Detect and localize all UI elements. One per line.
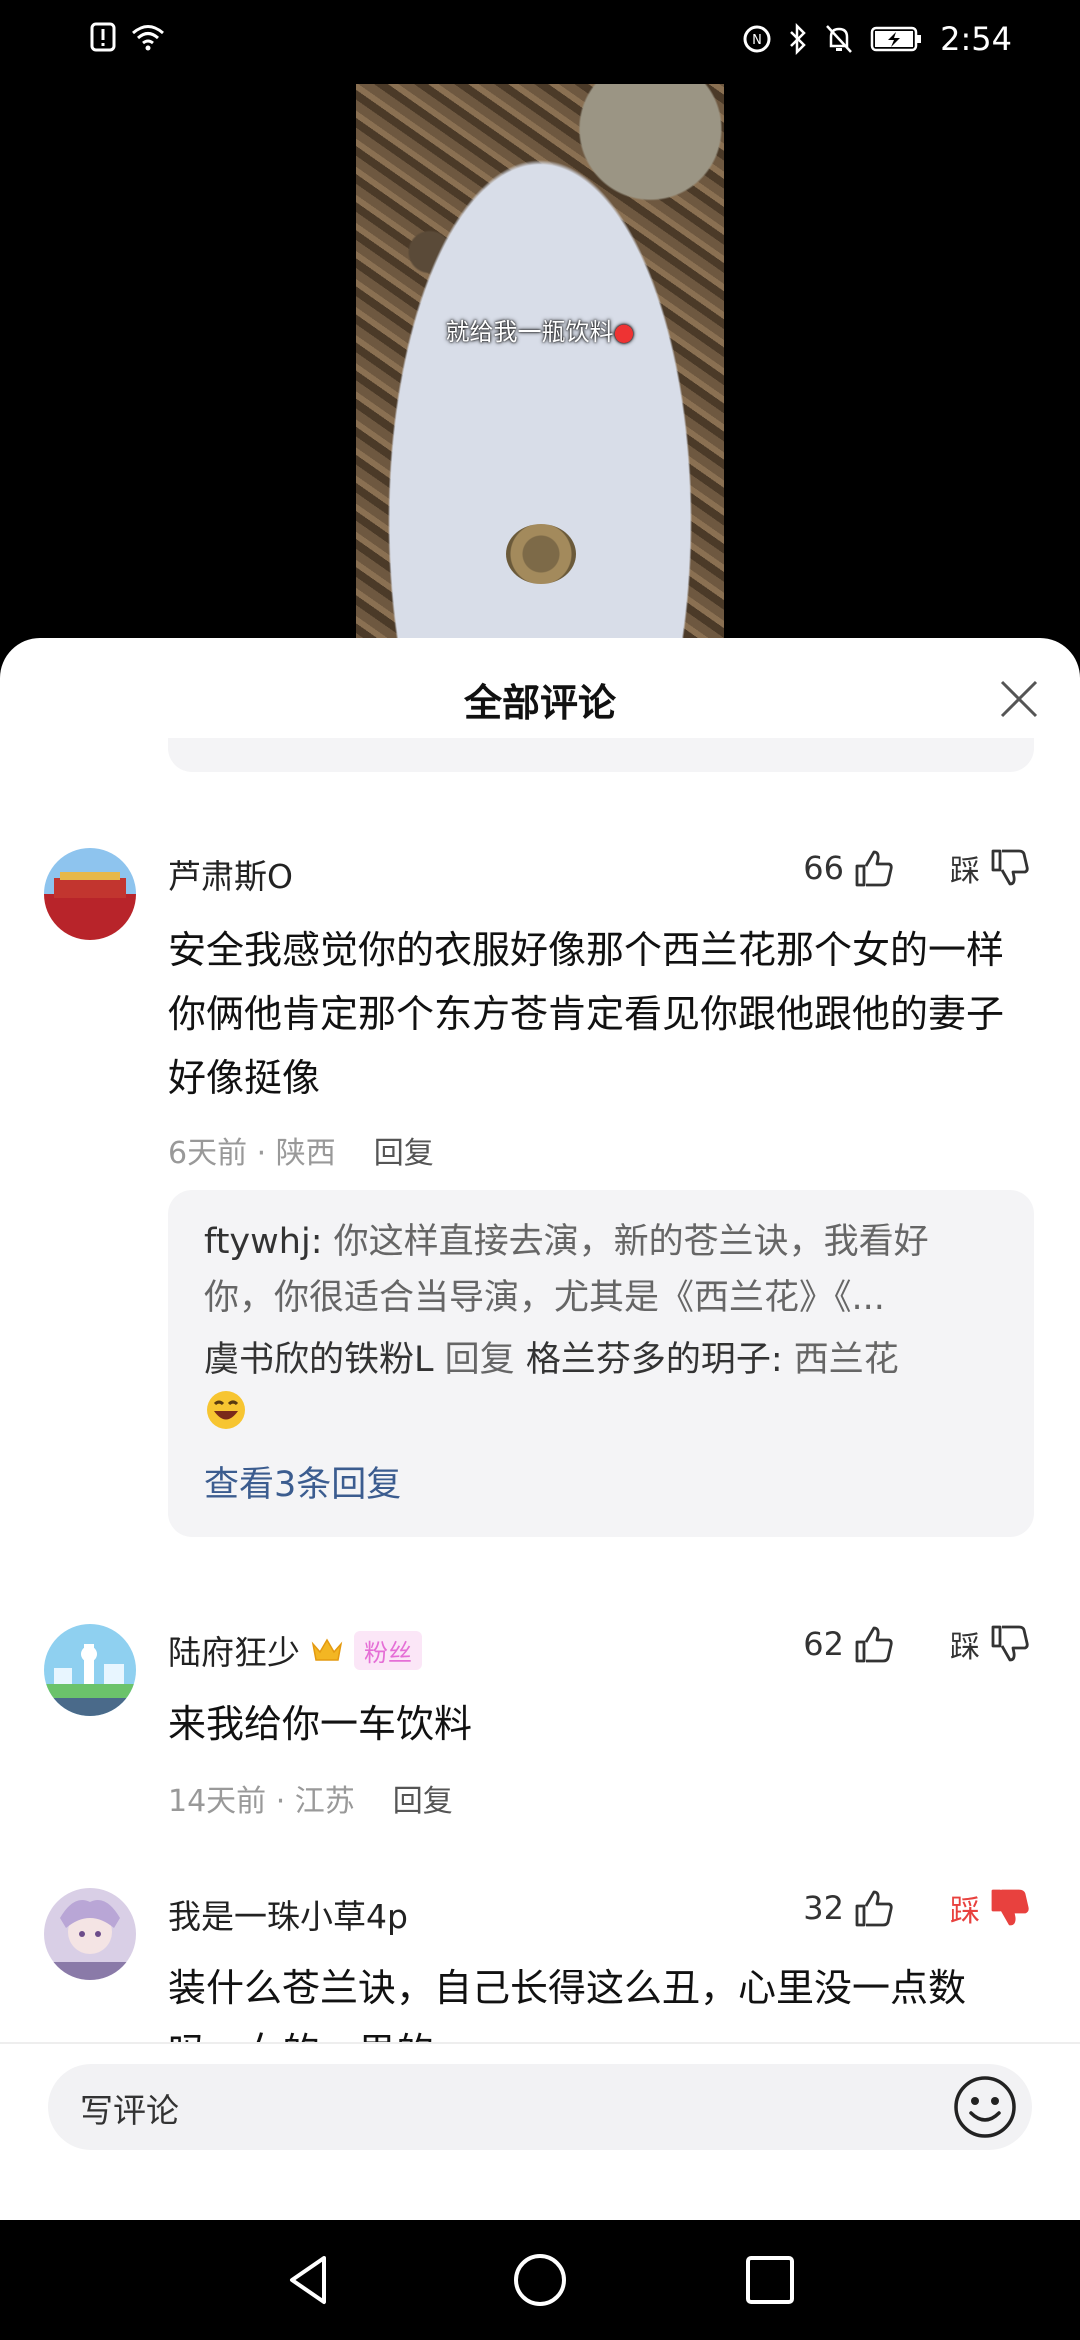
thumbs-down-filled-icon [991,1889,1029,1926]
battery-charging-icon [870,26,922,52]
system-nav-bar [0,2220,1080,2340]
recents-icon[interactable] [740,2250,800,2310]
sheet-title: 全部评论 [463,681,616,725]
home-icon[interactable] [510,2250,570,2310]
dislike-button[interactable]: 踩 [950,846,1032,890]
comment-location: 江苏 [294,1784,355,1819]
crown-icon [311,1638,343,1661]
back-icon[interactable] [280,2250,340,2310]
video-player[interactable]: 就给我一瓶饮料● [0,84,1080,644]
previous-reply-card [168,738,1034,772]
comment-location: 陕西 [275,1136,336,1171]
comment-username[interactable]: 芦肃斯O [168,850,293,898]
laughing-emoji-icon [207,1391,245,1429]
video-frame[interactable]: 就给我一瓶饮料● [356,84,724,644]
like-button[interactable]: 62 [803,1622,896,1666]
comment-meta: 6天前 · 陕西 回复 [168,1128,434,1172]
reply-button[interactable]: 回复 [374,1128,434,1172]
avatar[interactable] [44,1624,136,1716]
comment-username[interactable]: 陆府狂少 粉丝 [168,1626,422,1674]
status-time: 2:54 [940,20,1012,58]
reply-item[interactable]: 虞书欣的铁粉L 回复 格兰芬多的玥子: 西兰花 [204,1332,998,1449]
comment-input-placeholder: 写评论 [80,2091,179,2130]
nfc-icon: N [743,25,771,53]
comment-time: 14天前 [168,1784,267,1819]
mute-bell-icon [826,25,853,53]
comment-time: 6天前 [168,1136,248,1171]
emoji-icon[interactable] [952,2074,1018,2140]
thumbs-up-icon [855,1890,893,1927]
reply-username[interactable]: ftywhj [204,1222,311,1262]
video-subject [506,524,576,584]
avatar[interactable] [44,1888,136,1980]
thumbs-up-icon [855,1626,893,1663]
reply-item[interactable]: ftywhj: 你这样直接去演，新的苍兰诀，我看好你，你很适合当导演，尤其是《西… [204,1214,998,1326]
comment-sheet: 全部评论 芦肃斯O 66 踩 安全我感觉你的衣服好像那个西兰花那个女的一样你俩他… [0,638,1080,2220]
dislike-label: 踩 [950,1630,980,1665]
reply-target[interactable]: 格兰芬多的玥子 [526,1340,771,1380]
dislike-label: 踩 [950,1894,980,1929]
thumbs-down-icon [991,849,1029,886]
replies-box: ftywhj: 你这样直接去演，新的苍兰诀，我看好你，你很适合当导演，尤其是《西… [168,1190,1034,1537]
comment-input[interactable]: 写评论 [48,2064,1032,2150]
wifi-icon [132,25,164,51]
comment-text: 安全我感觉你的衣服好像那个西兰花那个女的一样你俩他肯定那个东方苍肯定看见你跟他跟… [168,928,1005,1100]
dislike-button[interactable]: 踩 [950,1622,1032,1666]
reply-text: 西兰花 [793,1340,899,1380]
like-count: 62 [803,1625,844,1663]
reply-word: 回复 [444,1340,515,1380]
reply-button[interactable]: 回复 [393,1776,453,1820]
thumbs-up-icon [855,850,893,887]
reply-username[interactable]: 虞书欣的铁粉L [204,1340,434,1380]
comment-text: 来我给你一车饮料 [168,1702,473,1746]
avatar[interactable] [44,848,136,940]
like-button[interactable]: 32 [803,1886,896,1930]
like-button[interactable]: 66 [803,846,896,890]
view-more-replies[interactable]: 查看3条回复 [204,1457,998,1513]
like-count: 32 [803,1889,844,1927]
close-button[interactable] [994,674,1044,724]
dislike-button[interactable]: 踩 [950,1886,1032,1930]
video-caption: 就给我一瓶饮料● [445,318,635,346]
svg-text:N: N [752,33,762,48]
alert-icon [90,22,116,52]
comment-meta: 14天前 · 江苏 回复 [168,1776,453,1820]
like-count: 66 [803,849,844,887]
comment-input-bar: 写评论 [0,2042,1080,2220]
dislike-label: 踩 [950,854,980,889]
drink-emoji-icon: ● [613,318,635,346]
status-bar: N 2:54 [0,0,1080,84]
thumbs-down-icon [991,1625,1029,1662]
comment-username[interactable]: 我是一珠小草4p [168,1890,408,1938]
bluetooth-icon [790,23,806,55]
fan-badge: 粉丝 [354,1630,422,1670]
